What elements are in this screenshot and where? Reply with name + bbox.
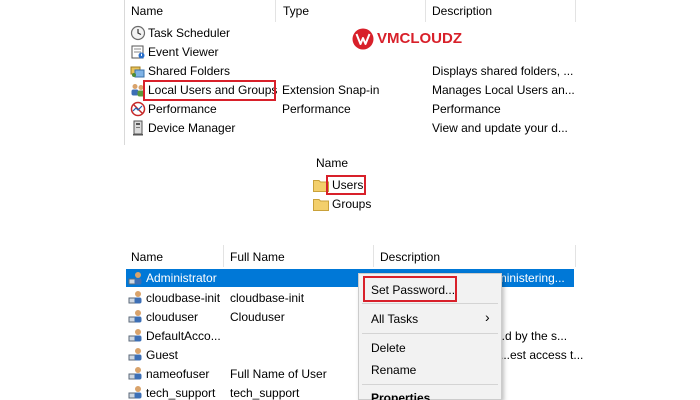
- user-name: Guest: [146, 348, 179, 362]
- table-row[interactable]: Administrator B...lt-in account for admi…: [126, 269, 574, 287]
- snapin-name: Shared Folders: [148, 64, 231, 78]
- column-header-name[interactable]: Name: [316, 156, 348, 170]
- user-full-name: cloudbase-init: [230, 291, 305, 305]
- column-divider[interactable]: [373, 245, 374, 267]
- menu-separator: [362, 303, 498, 304]
- snapin-name: Performance: [148, 102, 217, 116]
- table-row[interactable]: DefaultAcco... ...d by the s...: [126, 326, 574, 345]
- column-divider[interactable]: [575, 0, 576, 22]
- vmcloudz-logo-icon: [352, 28, 374, 50]
- column-header-description[interactable]: Description: [380, 250, 440, 264]
- snapin-description: Displays shared folders, ...: [432, 64, 574, 78]
- column-divider[interactable]: [425, 0, 426, 22]
- highlight-box: [143, 80, 276, 101]
- column-divider[interactable]: [575, 245, 576, 267]
- user-name: DefaultAcco...: [146, 329, 221, 343]
- user-icon: [128, 386, 142, 399]
- table-row[interactable]: Guest ...est access t...: [126, 345, 583, 364]
- list-item[interactable]: Groups: [313, 195, 433, 214]
- user-description: ...est access t...: [500, 348, 584, 362]
- list-item[interactable]: Performance Performance Performance: [128, 100, 578, 119]
- folder-name: Groups: [332, 197, 372, 211]
- user-full-name: tech_support: [230, 386, 300, 400]
- user-name: Administrator: [146, 271, 217, 285]
- column-divider[interactable]: [275, 0, 276, 22]
- device-manager-icon: [133, 120, 143, 136]
- snapin-description: Manages Local Users an...: [432, 83, 575, 97]
- menu-item-rename[interactable]: Rename: [371, 363, 416, 377]
- user-name: clouduser: [146, 310, 199, 324]
- user-icon: [128, 348, 142, 361]
- table-row[interactable]: tech_support tech_support: [126, 383, 574, 400]
- column-header-type[interactable]: Type: [283, 4, 309, 18]
- list-item[interactable]: Shared Folders Displays shared folders, …: [128, 62, 578, 81]
- column-divider[interactable]: [223, 245, 224, 267]
- user-full-name: Clouduser: [230, 310, 285, 324]
- snapin-description: View and update your d...: [432, 121, 568, 135]
- user-icon: [128, 291, 142, 304]
- menu-item-all-tasks[interactable]: All Tasks: [371, 312, 418, 326]
- user-full-name: Full Name of User: [230, 367, 327, 381]
- panel-border: [124, 0, 125, 145]
- event-viewer-icon: [131, 45, 145, 59]
- performance-icon: [130, 101, 146, 117]
- snapin-list: Name Type Description Task Scheduler Eve…: [0, 0, 700, 145]
- brand-name: VMCLOUDZ: [377, 30, 462, 47]
- highlight-box: [326, 175, 366, 195]
- menu-separator: [362, 333, 498, 334]
- user-icon: [128, 310, 142, 323]
- snapin-name: Event Viewer: [148, 45, 219, 59]
- shared-folders-icon: [130, 66, 145, 78]
- column-header-name[interactable]: Name: [131, 250, 163, 264]
- user-name: cloudbase-init: [146, 291, 221, 305]
- user-icon: [128, 367, 142, 380]
- user-name: tech_support: [146, 386, 216, 400]
- users-list: Name Full Name Description Administrator…: [0, 242, 700, 400]
- snapin-description: Performance: [432, 102, 501, 116]
- user-icon: [128, 272, 142, 285]
- submenu-arrow-icon: ›: [485, 309, 490, 325]
- menu-separator: [362, 384, 498, 385]
- folder-list: Name Users Groups: [305, 150, 445, 215]
- table-row[interactable]: clouduser Clouduser: [126, 307, 574, 326]
- menu-item-properties[interactable]: Properties: [371, 391, 430, 400]
- brand-logo: VMCLOUDZ: [352, 28, 482, 50]
- table-row[interactable]: cloudbase-init cloudbase-init: [126, 288, 574, 307]
- table-row[interactable]: nameofuser Full Name of User: [126, 364, 574, 383]
- column-header-name[interactable]: Name: [131, 4, 163, 18]
- column-header-full-name[interactable]: Full Name: [230, 250, 285, 264]
- column-header-description[interactable]: Description: [432, 4, 492, 18]
- list-item[interactable]: Device Manager View and update your d...: [128, 119, 578, 138]
- highlight-box: [363, 276, 457, 302]
- menu-item-delete[interactable]: Delete: [371, 341, 406, 355]
- snapin-name: Device Manager: [148, 121, 236, 135]
- folder-icon: [313, 199, 329, 211]
- user-icon: [128, 329, 142, 342]
- clock-icon: [130, 25, 146, 41]
- snapin-name: Task Scheduler: [148, 26, 231, 40]
- snapin-type: Performance: [282, 102, 351, 116]
- user-name: nameofuser: [146, 367, 210, 381]
- user-description: ...d by the s...: [495, 329, 568, 343]
- snapin-type: Extension Snap-in: [282, 83, 380, 97]
